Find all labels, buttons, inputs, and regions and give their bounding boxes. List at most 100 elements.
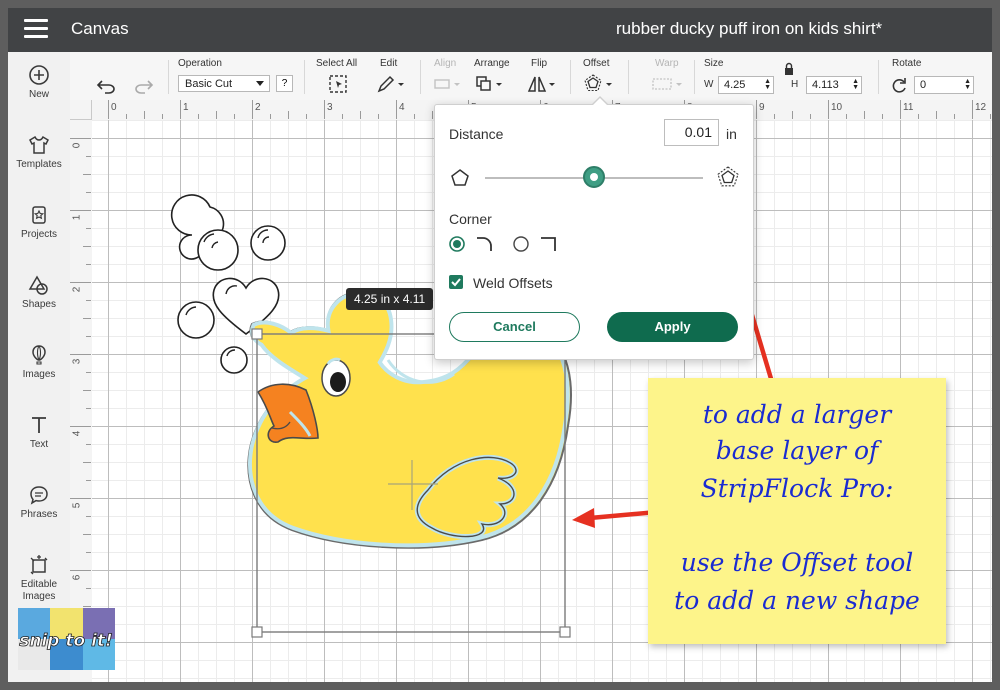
weld-offsets-label: Weld Offsets [473,275,553,291]
weld-offsets-checkbox[interactable] [449,275,463,289]
distance-input[interactable]: 0.01 [664,119,719,146]
corner-square-radio[interactable] [513,236,529,252]
ruler-tick [83,462,91,463]
ruler-tick [86,372,91,373]
annotation-line: to add a larger [702,400,892,429]
ruler-left-label: 1 [71,214,83,221]
rotate-input[interactable]: 0 ▲ ▼ [914,76,974,94]
sidebar-item-label: Editable Images [20,579,58,602]
ruler-top-label: 4 [399,102,405,113]
hamburger-menu-icon[interactable] [24,19,48,39]
ruler-left-label: 4 [71,430,83,437]
square-corner-icon [541,237,556,251]
distance-slider-handle[interactable] [583,166,605,188]
ruler-tick [86,300,91,301]
ruler-top-label: 10 [831,102,843,113]
ruler-tick [86,408,91,409]
sidebar-item-label: Phrases [20,509,58,520]
ruler-left[interactable]: 0 1 2 3 4 5 6 [70,120,93,682]
ruler-tick [86,516,91,517]
ruler-tick [918,114,919,119]
ruler-left-label: 2 [71,286,83,293]
ruler-left-label: 0 [71,142,83,149]
annotation-line: to add a new shape [674,586,920,615]
undo-icon[interactable] [96,76,118,96]
corner-label: Corner [449,211,492,227]
apply-button[interactable]: Apply [607,312,738,342]
sidebar-item-projects[interactable]: Projects [8,204,70,272]
sidebar-item-text[interactable]: Text [8,414,70,482]
ruler-tick [86,588,91,589]
ruler-tick [83,318,91,319]
ruler-tick [954,114,955,119]
offset-icon[interactable] [582,74,616,94]
lock-icon[interactable] [783,62,795,76]
sidebar-item-templates[interactable]: Templates [8,134,70,202]
height-stepper-icon[interactable]: ▲ ▼ [852,78,859,91]
ruler-tick [342,114,343,119]
operation-label: Operation [178,58,222,69]
ruler-tick [70,138,91,139]
speech-bubble-icon [30,486,48,505]
cancel-button[interactable]: Cancel [449,312,580,342]
annotation-line: StripFlock Pro: [700,474,894,503]
ruler-tick [86,336,91,337]
edit-label: Edit [380,58,398,69]
width-input[interactable]: 4.25 ▲ ▼ [718,76,774,94]
sidebar-item-images[interactable]: Images [8,344,70,412]
width-value: 4.25 [724,79,746,91]
annotation-line: use the Offset tool [680,548,914,577]
rotate-icon[interactable] [890,77,908,95]
arrange-icon[interactable] [474,74,506,94]
ruler-tick [306,114,307,119]
offset-label: Offset [583,58,610,69]
sidebar-item-label: Shapes [22,299,56,310]
ruler-tick [126,114,127,119]
height-label: H [791,79,799,90]
left-sidebar: New Templates Projects Shapes Images Tex… [8,52,71,682]
ruler-tick [70,210,91,211]
ruler-tick [288,111,289,119]
ruler-top-label: 9 [759,102,765,113]
pencil-icon[interactable] [376,74,406,94]
ruler-tick [70,570,91,571]
ruler-tick [83,246,91,247]
ruler-tick [198,114,199,119]
ruler-tick [180,100,181,119]
redo-icon[interactable] [132,76,154,96]
balloon-icon [32,345,46,365]
annotation-sticky-note: to add a larger base layer of StripFlock… [648,378,946,644]
ruler-tick [432,111,433,119]
select-all-label: Select All [316,58,358,69]
select-all-icon[interactable] [328,74,348,94]
ruler-tick [990,114,991,119]
ruler-tick [83,174,91,175]
ruler-tick [86,156,91,157]
distance-unit: in [726,126,737,142]
flip-icon[interactable] [526,74,558,94]
project-title[interactable]: rubber ducky puff iron on kids shirt* [616,19,882,39]
ruler-tick [810,114,811,119]
corner-rounded-radio[interactable] [449,236,465,252]
operation-help-button[interactable]: ? [276,75,293,92]
snip-to-it-logo: snip to it! [18,608,115,670]
rotate-value: 0 [920,79,927,91]
ruler-tick [108,100,109,119]
width-stepper-icon[interactable]: ▲ ▼ [764,78,771,91]
sidebar-item-editable-images[interactable]: Editable Images [8,554,70,614]
width-label: W [704,79,714,90]
sidebar-item-shapes[interactable]: Shapes [8,274,70,342]
rotate-stepper-icon[interactable]: ▲ ▼ [964,78,971,91]
operation-select[interactable]: Basic Cut [178,75,270,92]
ruler-tick [270,114,271,119]
sidebar-item-phrases[interactable]: Phrases [8,484,70,552]
sidebar-item-new[interactable]: New [8,64,70,132]
height-input[interactable]: 4.113 ▲ ▼ [806,76,862,94]
ruler-tick [86,444,91,445]
ruler-tick [86,264,91,265]
ruler-tick [936,111,937,119]
ruler-left-label: 5 [71,502,83,509]
warp-icon [652,78,682,90]
ruler-tick [144,111,145,119]
ruler-tick [86,480,91,481]
